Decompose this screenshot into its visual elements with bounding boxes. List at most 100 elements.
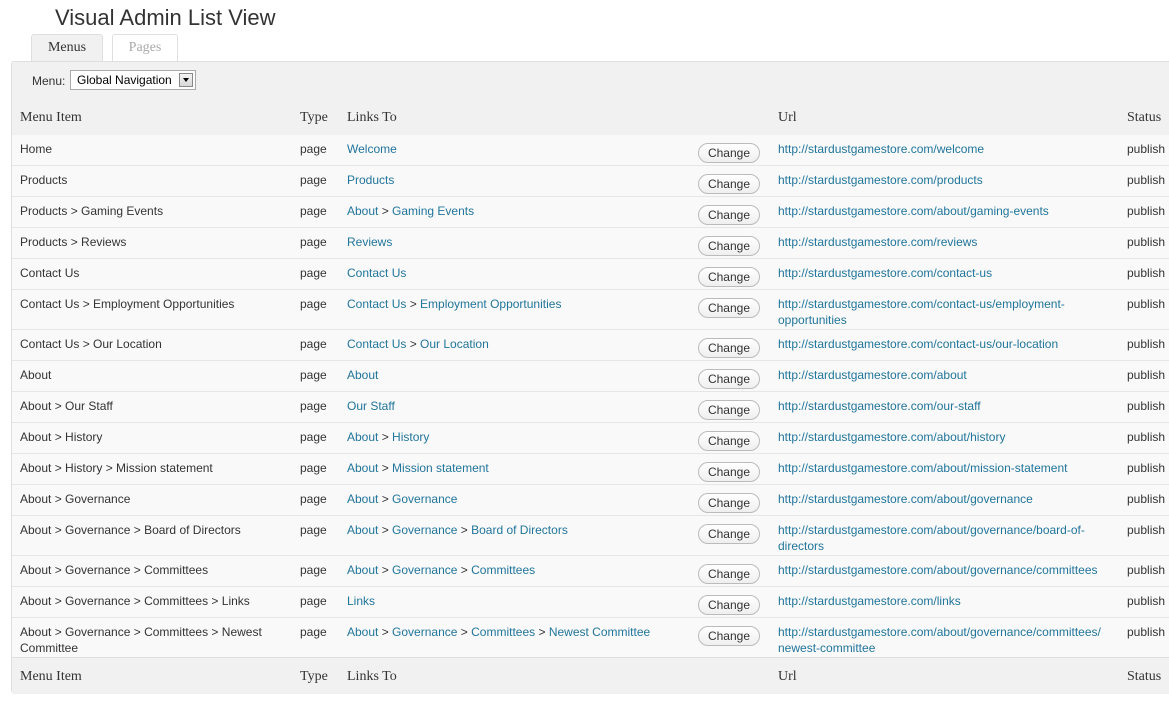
- links-to-link[interactable]: About: [347, 492, 378, 506]
- menu-toolbar: Menu: Global Navigation: [12, 62, 1169, 100]
- menu-select[interactable]: Global Navigation: [70, 70, 196, 90]
- column-footer-menu-item: Menu Item: [20, 669, 82, 684]
- menu-item-type: page: [300, 204, 327, 218]
- change-button[interactable]: Change: [698, 236, 760, 256]
- links-to-link[interactable]: About: [347, 204, 378, 218]
- change-button[interactable]: Change: [698, 174, 760, 194]
- status-text: publish: [1127, 399, 1166, 413]
- links-to-link[interactable]: Governance: [392, 625, 457, 639]
- table-row: About > History page About > History Change…: [12, 423, 1169, 454]
- change-button[interactable]: Change: [698, 267, 760, 287]
- links-to-link[interactable]: Welcome: [347, 142, 397, 156]
- url-link[interactable]: http://stardustgamestore.com/about/gamin…: [778, 203, 1118, 219]
- table-row: Products > Gaming Events page About > Gami…: [12, 197, 1169, 228]
- breadcrumb-separator: >: [378, 523, 393, 537]
- links-to: Our Staff: [347, 398, 692, 414]
- links-to-link[interactable]: Links: [347, 594, 375, 608]
- table-row: Products > Reviews page Reviews Change http:…: [12, 228, 1169, 259]
- status-text: publish: [1127, 266, 1166, 280]
- links-to-link[interactable]: Our Location: [420, 337, 489, 351]
- links-to-link[interactable]: Newest Committee: [549, 625, 650, 639]
- change-button[interactable]: Change: [698, 493, 760, 513]
- menu-item-type: page: [300, 492, 327, 506]
- url-link[interactable]: http://stardustgamestore.com/links: [778, 593, 1118, 609]
- links-to-link[interactable]: Committees: [471, 563, 535, 577]
- change-button[interactable]: Change: [698, 462, 760, 482]
- url-link[interactable]: http://stardustgamestore.com/about/missi…: [778, 460, 1118, 476]
- url-link[interactable]: http://stardustgamestore.com/about/gover…: [778, 491, 1118, 507]
- links-to-link[interactable]: Contact Us: [347, 266, 406, 280]
- links-to-link[interactable]: Governance: [392, 563, 457, 577]
- url-link[interactable]: http://stardustgamestore.com/about: [778, 367, 1118, 383]
- menu-item-type: page: [300, 461, 327, 475]
- menu-list-panel: Menu: Global Navigation Menu Item Type L…: [11, 61, 1169, 694]
- links-to: Contact Us: [347, 265, 692, 281]
- menu-item-title: Products > Reviews: [20, 235, 127, 249]
- links-to: Welcome: [347, 141, 692, 157]
- menu-item-title: About > Governance > Committees > Newest…: [20, 625, 262, 655]
- table-row: About > Our Staff page Our Staff Change http…: [12, 392, 1169, 423]
- menu-item-title: About > Governance > Committees: [20, 563, 209, 577]
- url-link[interactable]: http://stardustgamestore.com/about/gover…: [778, 624, 1118, 656]
- table-row: Contact Us > Employment Opportunities pag…: [12, 290, 1169, 330]
- url-link[interactable]: http://stardustgamestore.com/reviews: [778, 234, 1118, 250]
- url-link[interactable]: http://stardustgamestore.com/welcome: [778, 141, 1118, 157]
- links-to-link[interactable]: About: [347, 563, 378, 577]
- links-to: Reviews: [347, 234, 692, 250]
- links-to: About > Gaming Events: [347, 203, 692, 219]
- url-link[interactable]: http://stardustgamestore.com/about/gover…: [778, 522, 1118, 554]
- links-to-link[interactable]: Governance: [392, 492, 457, 506]
- links-to-link[interactable]: Mission statement: [392, 461, 489, 475]
- links-to-link[interactable]: Gaming Events: [392, 204, 474, 218]
- links-to-link[interactable]: About: [347, 625, 378, 639]
- table-row: About > Governance > Committees page About…: [12, 556, 1169, 587]
- tab-pages[interactable]: Pages: [112, 34, 178, 61]
- table-row: Contact Us > Our Location page Contact Us …: [12, 330, 1169, 361]
- links-to-link[interactable]: About: [347, 523, 378, 537]
- tab-menus[interactable]: Menus: [31, 34, 103, 62]
- menu-item-type: page: [300, 368, 327, 382]
- links-to-link[interactable]: Contact Us: [347, 337, 406, 351]
- menu-item-type: page: [300, 430, 327, 444]
- status-text: publish: [1127, 297, 1166, 311]
- links-to-link[interactable]: Products: [347, 173, 394, 187]
- url-link[interactable]: http://stardustgamestore.com/about/histo…: [778, 429, 1118, 445]
- change-button[interactable]: Change: [698, 143, 760, 163]
- change-button[interactable]: Change: [698, 298, 760, 318]
- change-button[interactable]: Change: [698, 524, 760, 544]
- change-button[interactable]: Change: [698, 338, 760, 358]
- links-to-link[interactable]: Committees: [471, 625, 535, 639]
- change-button[interactable]: Change: [698, 205, 760, 225]
- change-button[interactable]: Change: [698, 595, 760, 615]
- menu-item-title: Contact Us > Our Location: [20, 337, 162, 351]
- table-row: Products page Products Change http://stardus…: [12, 166, 1169, 197]
- links-to: About > Governance > Committees: [347, 562, 692, 578]
- change-button[interactable]: Change: [698, 564, 760, 584]
- url-link[interactable]: http://stardustgamestore.com/contact-us/…: [778, 336, 1118, 352]
- links-to-link[interactable]: Contact Us: [347, 297, 406, 311]
- links-to-link[interactable]: Employment Opportunities: [420, 297, 561, 311]
- change-button[interactable]: Change: [698, 369, 760, 389]
- url-link[interactable]: http://stardustgamestore.com/our-staff: [778, 398, 1118, 414]
- status-text: publish: [1127, 235, 1166, 249]
- table-footer: Menu Item Type Links To Url Status: [12, 657, 1169, 694]
- change-button[interactable]: Change: [698, 431, 760, 451]
- links-to-link[interactable]: About: [347, 368, 378, 382]
- links-to-link[interactable]: About: [347, 430, 378, 444]
- links-to-link[interactable]: Reviews: [347, 235, 392, 249]
- links-to-link[interactable]: Governance: [392, 523, 457, 537]
- links-to-link[interactable]: Board of Directors: [471, 523, 568, 537]
- url-link[interactable]: http://stardustgamestore.com/contact-us: [778, 265, 1118, 281]
- url-link[interactable]: http://stardustgamestore.com/contact-us/…: [778, 296, 1118, 328]
- links-to-link[interactable]: About: [347, 461, 378, 475]
- dropdown-arrow-icon[interactable]: [179, 73, 193, 87]
- column-header-links-to: Links To: [347, 110, 397, 125]
- links-to-link[interactable]: Our Staff: [347, 399, 395, 413]
- links-to-link[interactable]: History: [392, 430, 429, 444]
- menu-item-type: page: [300, 399, 327, 413]
- column-header-type: Type: [300, 110, 328, 125]
- change-button[interactable]: Change: [698, 400, 760, 420]
- change-button[interactable]: Change: [698, 626, 760, 646]
- url-link[interactable]: http://stardustgamestore.com/about/gover…: [778, 562, 1118, 578]
- url-link[interactable]: http://stardustgamestore.com/products: [778, 172, 1118, 188]
